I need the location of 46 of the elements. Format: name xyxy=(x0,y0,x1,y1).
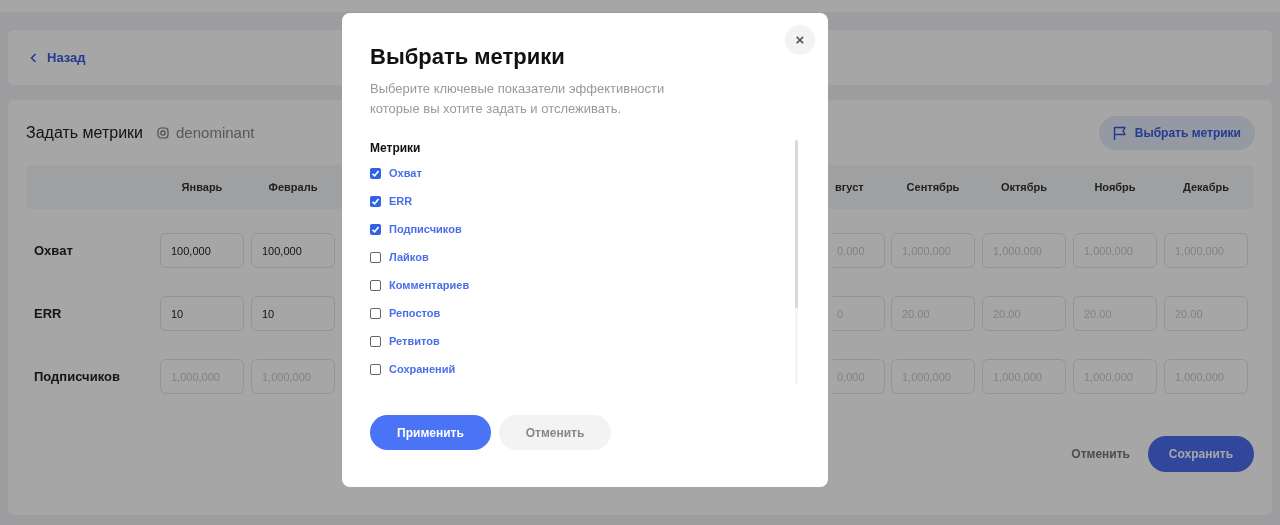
apply-button[interactable]: Применить xyxy=(370,415,491,450)
column-header: Сентябрь xyxy=(905,179,961,195)
column-header: Ноябрь xyxy=(1093,179,1137,195)
metric-option[interactable]: ERR xyxy=(389,192,413,210)
column-header: Январь xyxy=(180,179,224,195)
row-label: Подписчиков xyxy=(33,367,121,386)
metric-option[interactable]: Комментариев xyxy=(389,276,470,294)
checkbox[interactable] xyxy=(370,335,381,347)
number-field[interactable]: 10 xyxy=(160,296,244,331)
cancel-button[interactable]: Отменить xyxy=(499,415,611,450)
checkbox[interactable] xyxy=(370,251,381,263)
camera-icon xyxy=(157,127,170,139)
number-field[interactable]: 100,000 xyxy=(160,233,244,268)
save-button[interactable]: Сохранить xyxy=(1148,436,1254,472)
metric-option[interactable]: Репостов xyxy=(389,304,441,322)
checkbox[interactable] xyxy=(370,195,381,207)
row-label: ERR xyxy=(33,304,63,323)
number-field[interactable]: 100,000 xyxy=(251,233,335,268)
back-link[interactable]: Назад xyxy=(30,47,86,68)
account-name: denominant xyxy=(176,122,255,143)
checkbox[interactable] xyxy=(370,167,381,179)
page-title: Задать метрики xyxy=(26,123,144,143)
checkbox[interactable] xyxy=(370,223,381,235)
metric-option[interactable]: Охват xyxy=(389,164,422,182)
cancel-button[interactable]: Отменить xyxy=(1069,445,1132,463)
chevron-left-icon xyxy=(30,52,37,63)
list-title: Метрики xyxy=(370,140,422,156)
select-metrics-button[interactable]: Выбрать метрики xyxy=(1098,116,1255,150)
checkbox[interactable] xyxy=(370,279,381,291)
metric-option[interactable]: Сохранений xyxy=(389,360,456,378)
column-header: Декабрь xyxy=(1182,179,1230,195)
column-header: вгуст xyxy=(834,179,865,195)
close-button[interactable]: × xyxy=(785,25,815,55)
flag-icon xyxy=(1112,125,1127,141)
column-header: Октябрь xyxy=(999,179,1049,195)
scrollbar[interactable] xyxy=(795,140,798,385)
checkbox[interactable] xyxy=(370,363,381,375)
row-label: Охват xyxy=(33,241,74,260)
dialog-title: Выбрать метрики xyxy=(370,43,566,71)
number-field[interactable]: 10 xyxy=(251,296,335,331)
dialog-description: Выберите ключевые показатели эффективности которые вы хотите задать и отслеживать. xyxy=(370,80,666,118)
metric-option[interactable]: Ретвитов xyxy=(389,332,440,350)
metric-option[interactable]: Лайков xyxy=(389,248,429,266)
column-header: Февраль xyxy=(267,179,319,195)
metric-option[interactable]: Подписчиков xyxy=(389,220,462,238)
checkbox[interactable] xyxy=(370,307,381,319)
